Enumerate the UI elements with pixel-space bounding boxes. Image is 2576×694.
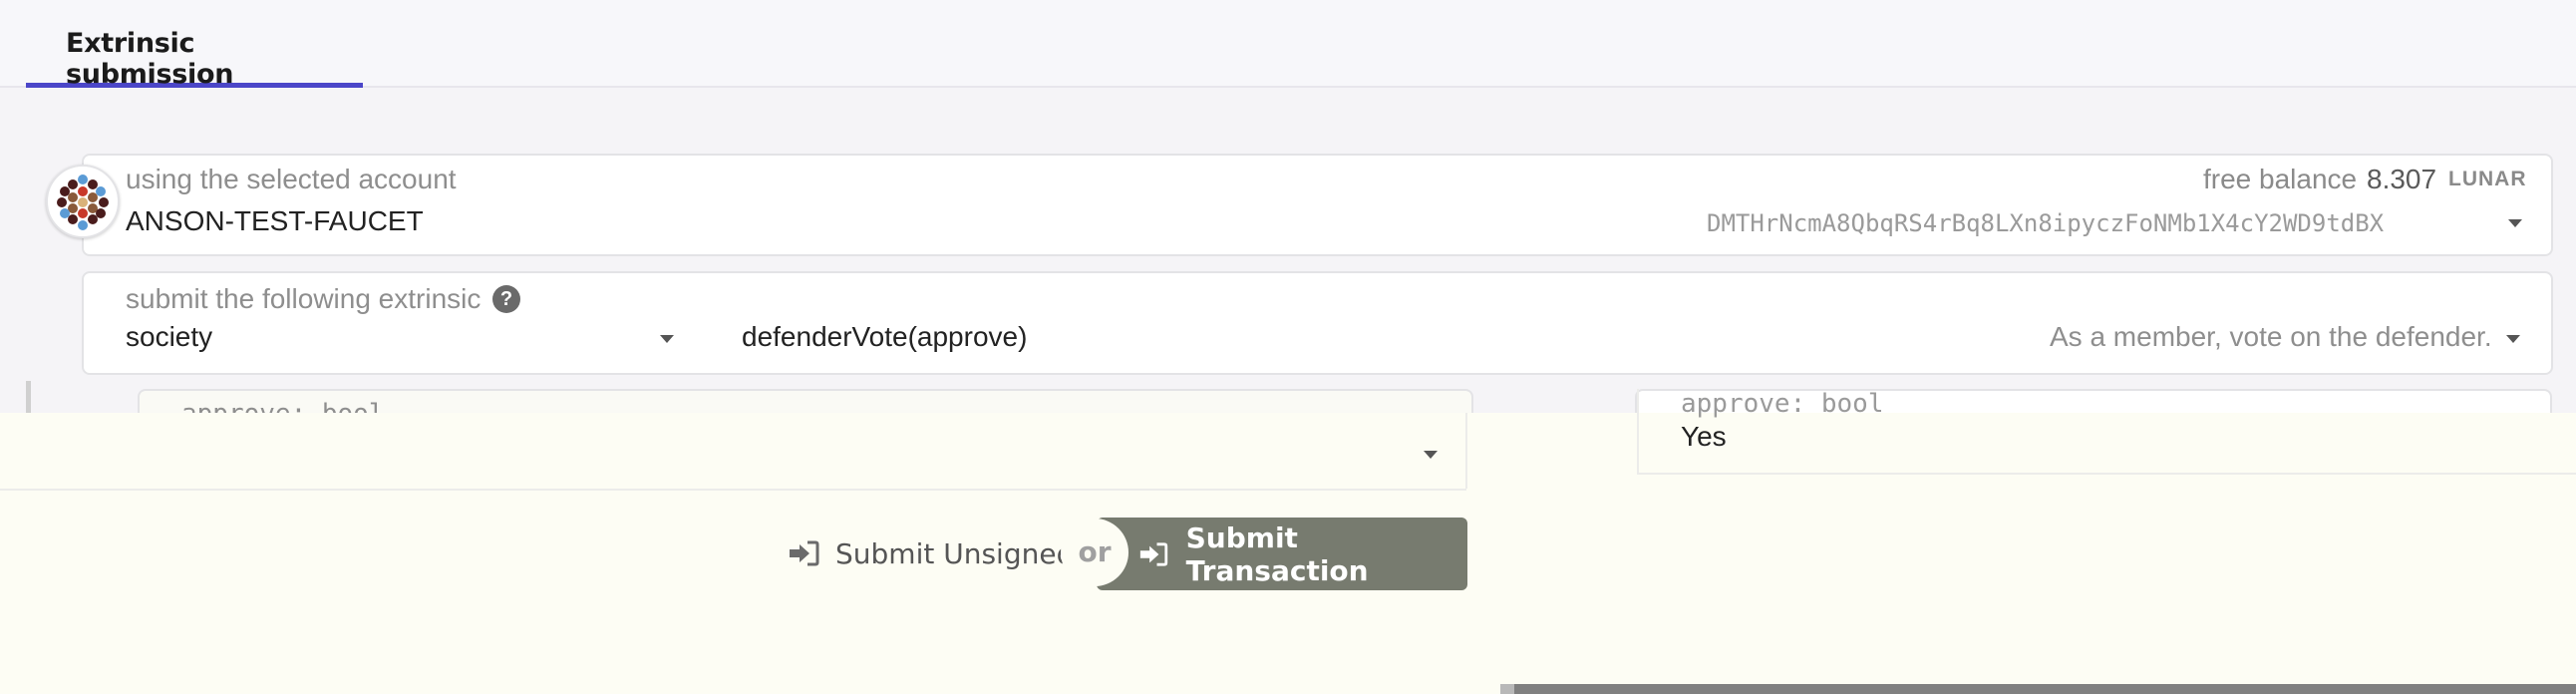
param-value-card: approve: bool Yes xyxy=(1637,389,2576,475)
submit-unsigned-label: Submit Unsigned xyxy=(835,536,1075,570)
submit-transaction-label: Submit Transaction xyxy=(1185,520,1369,587)
section-dropdown[interactable]: society xyxy=(124,317,682,363)
param-dropdown-caret-icon[interactable] xyxy=(1424,451,1438,459)
account-selector[interactable]: using the selected account ANSON-TEST-FA… xyxy=(82,154,2553,256)
sign-in-icon xyxy=(790,540,819,566)
section-value: society xyxy=(126,321,213,352)
submit-unsigned-button[interactable]: Submit Unsigned xyxy=(788,532,1074,574)
or-separator: or xyxy=(1061,519,1128,586)
balance-value: 8.307 xyxy=(2367,164,2437,194)
sign-in-icon xyxy=(1139,541,1168,566)
method-description: As a member, vote on the defender. xyxy=(2050,321,2492,352)
account-dropdown-caret-icon[interactable] xyxy=(2508,219,2522,227)
extrinsic-label: submit the following extrinsic xyxy=(126,283,482,314)
balance-label: free balance xyxy=(2203,164,2358,194)
param-value: Yes xyxy=(1681,421,1727,452)
method-dropdown-caret-icon xyxy=(2506,335,2520,343)
horizontal-scrollbar[interactable] xyxy=(1500,684,2576,694)
overlay-divider xyxy=(1465,413,1467,489)
tab-bar: Extrinsic submission xyxy=(0,0,2576,90)
balance-unit: LUNAR xyxy=(2448,168,2527,190)
param-value-label: approve: bool xyxy=(1681,389,1884,419)
param-accent-bar xyxy=(26,381,31,413)
overlay-input-border xyxy=(0,489,1466,491)
account-name: ANSON-TEST-FAUCET xyxy=(126,205,424,236)
help-circle-icon[interactable]: ? xyxy=(492,285,520,313)
account-address: DMTHrNcmA8QbqRS4rBq8LXn8ipyczFoNMb1X4cY2… xyxy=(1707,209,2385,237)
section-dropdown-caret-icon xyxy=(660,335,674,343)
account-avatar xyxy=(46,165,120,238)
method-dropdown[interactable]: defenderVote(approve) As a member, vote … xyxy=(738,317,2532,363)
extrinsic-selector: submit the following extrinsic ? society… xyxy=(82,271,2553,375)
tab-extrinsic-submission[interactable]: Extrinsic submission xyxy=(26,0,363,90)
tab-label: Extrinsic submission xyxy=(66,28,234,90)
submit-transaction-button[interactable]: Submit Transaction xyxy=(1097,518,1467,590)
scrollbar-start xyxy=(1500,684,1514,694)
method-value: defenderVote(approve) xyxy=(742,321,1028,352)
account-label: using the selected account xyxy=(126,164,457,194)
